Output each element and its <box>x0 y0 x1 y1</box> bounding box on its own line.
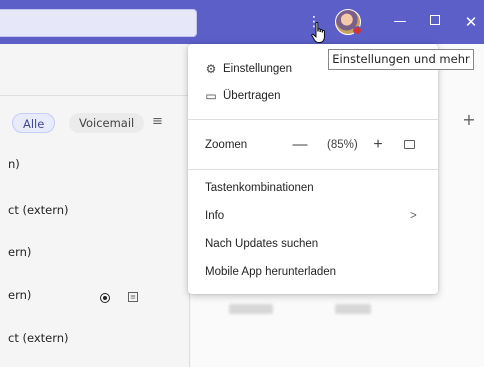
filter-icon[interactable]: ≡ <box>152 115 166 129</box>
divider <box>188 169 438 170</box>
close-icon[interactable]: ✕ <box>460 11 482 33</box>
menu-item-shortcuts[interactable]: Tastenkombinationen <box>188 176 438 200</box>
minus-icon[interactable]: — <box>292 133 308 157</box>
gear-icon: ⚙ <box>205 62 217 76</box>
list-item[interactable]: ern) <box>8 288 31 302</box>
record-icon[interactable] <box>100 293 110 303</box>
fullscreen-icon[interactable] <box>404 140 415 149</box>
row-actions: ≡ <box>100 291 140 305</box>
menu-item-updates[interactable]: Nach Updates suchen <box>188 232 438 256</box>
cast-icon: ▭ <box>205 89 217 103</box>
settings-menu: ⚙ Einstellungen ▭ Übertragen Zoomen — (8… <box>188 44 438 294</box>
plus-icon[interactable]: + <box>370 133 386 157</box>
maximize-icon[interactable] <box>424 11 446 33</box>
list-item[interactable]: ct (extern) <box>8 331 69 345</box>
calls-list-panel: Alle Voicemail ≡ n) ct (extern) ern) ern… <box>0 44 190 367</box>
divider <box>188 119 438 120</box>
list-item[interactable]: n) <box>8 157 20 171</box>
voicemail-icon[interactable]: ≡ <box>128 292 138 302</box>
tooltip: Einstellungen und mehr <box>328 49 474 70</box>
list-item[interactable]: ct (extern) <box>8 203 69 217</box>
add-icon[interactable]: + <box>461 112 477 128</box>
search-input[interactable] <box>0 9 197 37</box>
hand-cursor-icon <box>311 22 325 43</box>
zoom-label: Zoomen <box>205 139 248 151</box>
filter-voicemail-button[interactable]: Voicemail <box>69 113 145 133</box>
list-item[interactable]: ern) <box>8 245 31 259</box>
minimize-icon[interactable]: — <box>389 11 411 33</box>
menu-item-cast[interactable]: ▭ Übertragen <box>188 84 438 108</box>
title-bar: ⋮ — ✕ <box>0 0 484 44</box>
menu-item-info[interactable]: Info > <box>188 204 438 228</box>
status-badge <box>353 26 362 35</box>
zoom-row: Zoomen — (85%) + <box>188 133 438 157</box>
menu-item-mobile-app[interactable]: Mobile App herunterladen <box>188 260 438 284</box>
filter-bar: Alle Voicemail ≡ <box>0 113 190 135</box>
blurred-text <box>335 304 371 314</box>
filter-all-button[interactable]: Alle <box>12 113 56 133</box>
zoom-value: (85%) <box>327 139 358 151</box>
panel-header <box>0 44 190 96</box>
blurred-text <box>229 304 273 314</box>
chevron-right-icon: > <box>410 210 417 222</box>
